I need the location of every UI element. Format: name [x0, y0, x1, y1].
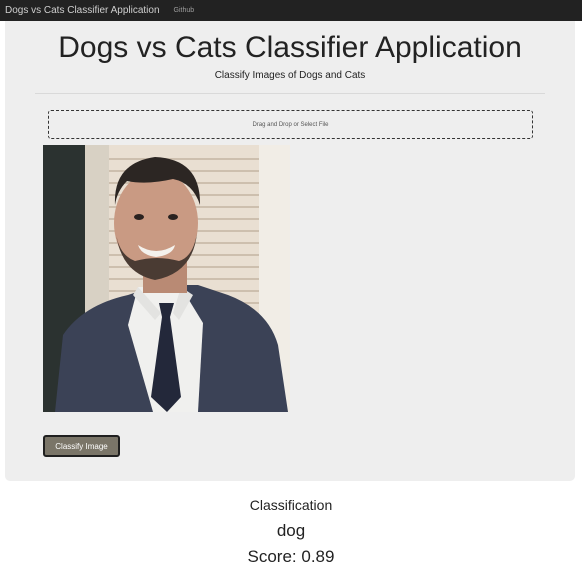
result-label: dog	[276, 521, 306, 540]
main-panel: Dogs vs Cats Classifier Application Clas…	[5, 21, 575, 481]
navbar-brand[interactable]: Dogs vs Cats Classifier Application	[0, 5, 160, 16]
results-section: Classification dog Score: 0.89	[0, 495, 582, 571]
page-title: Dogs vs Cats Classifier Application	[58, 31, 522, 64]
navbar: Dogs vs Cats Classifier Application Gith…	[0, 0, 582, 21]
result-heading: Classification	[249, 497, 333, 513]
divider	[35, 93, 545, 94]
image-preview	[43, 145, 290, 412]
dropzone-label: Drag and Drop or Select File	[252, 121, 329, 128]
file-dropzone[interactable]: Drag and Drop or Select File	[48, 110, 533, 139]
nav-link-github[interactable]: Github	[174, 7, 195, 14]
result-score: Score: 0.89	[247, 547, 335, 566]
page-subtitle: Classify Images of Dogs and Cats	[214, 70, 366, 81]
preview-photo	[43, 145, 290, 412]
classify-button[interactable]: Classify Image	[43, 435, 120, 457]
